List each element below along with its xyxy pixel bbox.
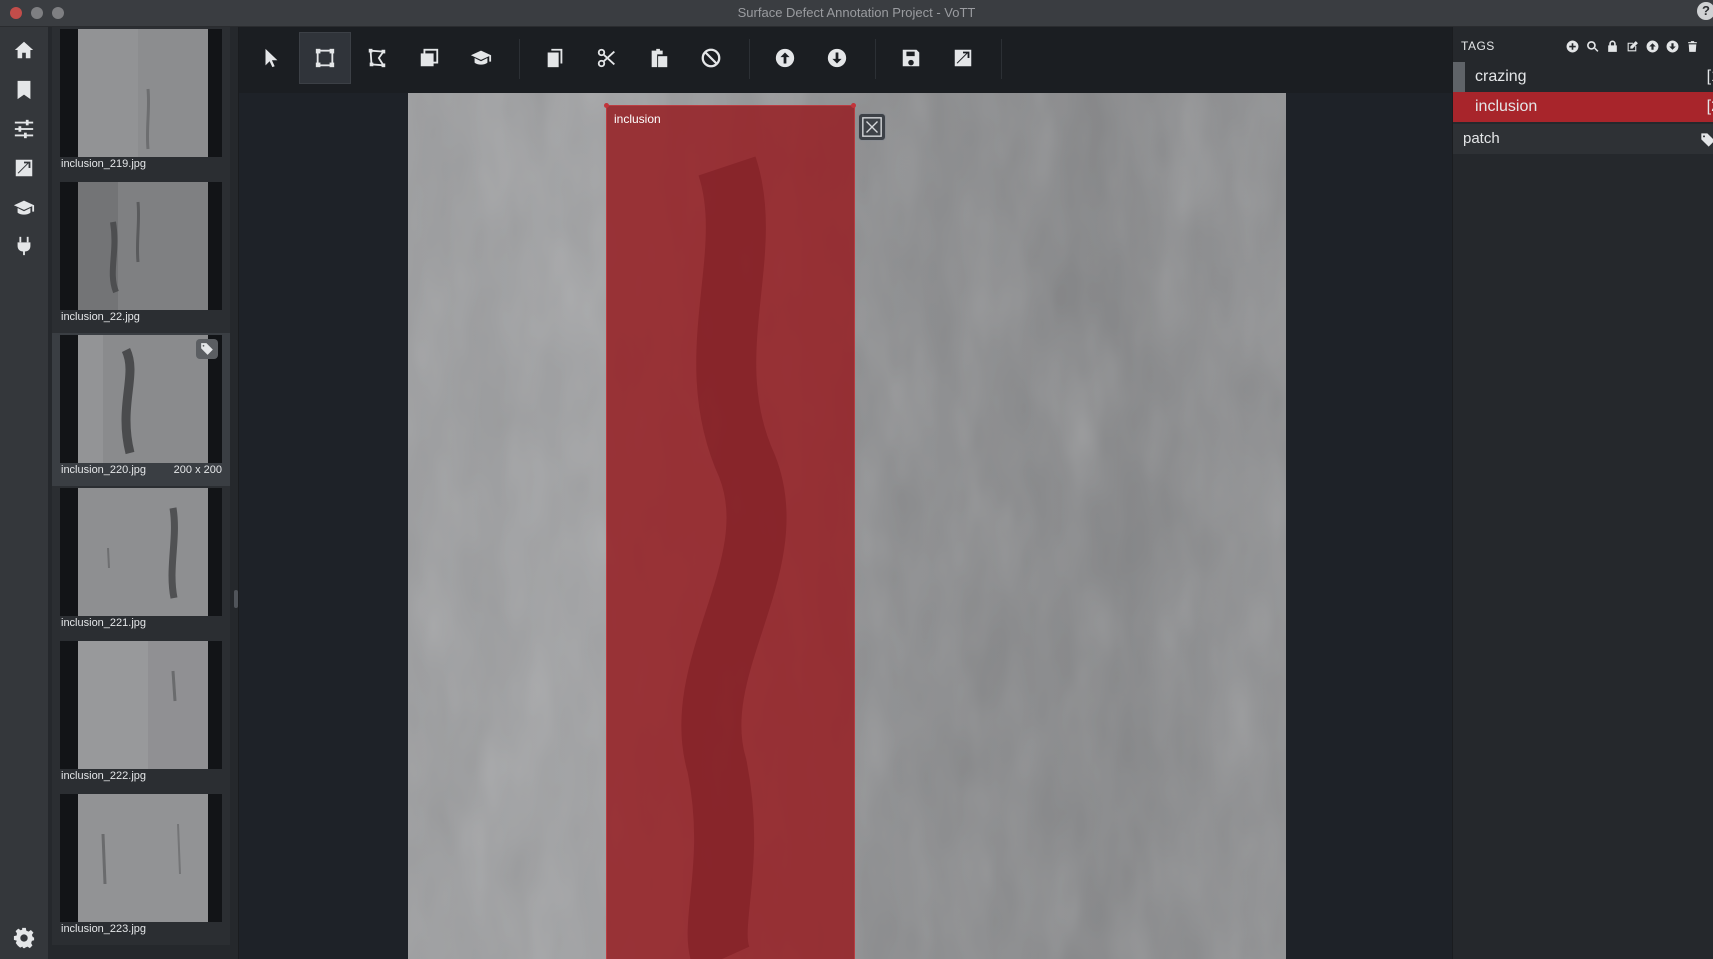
tag-color-swatch: [1453, 62, 1465, 92]
copy-regions-icon[interactable]: [529, 32, 581, 84]
tag-icon[interactable]: [1700, 132, 1713, 148]
home-icon[interactable]: [13, 39, 35, 61]
toolbar-divider: [749, 39, 750, 79]
tag-label: patch: [1463, 130, 1500, 147]
graduation-cap-icon[interactable]: [13, 197, 35, 219]
asset-thumbnail[interactable]: inclusion_219.jpg: [52, 27, 230, 180]
tagged-asset-icon: [196, 339, 218, 359]
lock-tag-icon[interactable]: [1605, 39, 1619, 53]
export-icon[interactable]: [13, 157, 35, 179]
thumbnail-frame: [60, 182, 222, 310]
search-tag-icon[interactable]: [1585, 39, 1599, 53]
thumbnail-image: [78, 794, 208, 922]
tags-panel: TAGS crazing [1 inclusion [2 patch: [1452, 27, 1713, 959]
tag-hotkey: [1: [1706, 68, 1713, 85]
thumbnail-frame: [60, 29, 222, 157]
polygon-icon[interactable]: [351, 32, 403, 84]
tag-hotkey: [2: [1706, 98, 1713, 115]
asset-thumbnail[interactable]: inclusion_221.jpg: [52, 486, 230, 639]
region-handle[interactable]: [604, 103, 609, 108]
move-down-icon[interactable]: [1665, 39, 1679, 53]
rectangle-icon[interactable]: [299, 32, 351, 84]
tag-color-swatch: [1453, 92, 1465, 122]
add-tag-icon[interactable]: [1565, 39, 1579, 53]
gear-icon[interactable]: [13, 927, 35, 949]
thumbnail-image: [78, 641, 208, 769]
tags-header: TAGS: [1461, 39, 1495, 53]
thumbnail-filename: inclusion_22.jpg: [61, 311, 140, 323]
left-nav: [0, 27, 48, 959]
thumbnail-frame: [60, 641, 222, 769]
next-asset-icon[interactable]: [811, 32, 863, 84]
region-handle[interactable]: [851, 103, 856, 108]
asset-thumbnail-list[interactable]: inclusion_219.jpg inclusion_22.jpg inclu…: [48, 27, 239, 959]
save-icon[interactable]: [885, 32, 937, 84]
editor-toolbar: [239, 27, 1452, 93]
region-tag-label: inclusion: [614, 112, 661, 126]
sliders-icon[interactable]: [13, 118, 35, 140]
asset-thumbnail[interactable]: inclusion_22.jpg: [52, 180, 230, 333]
copy-rectangle-icon[interactable]: [403, 32, 455, 84]
thumbnail-filename: inclusion_220.jpg: [61, 464, 147, 476]
pointer-icon[interactable]: [245, 32, 297, 84]
thumbnail-image: [78, 182, 208, 310]
tag-label: crazing: [1475, 68, 1527, 85]
tag-item-crazing[interactable]: crazing [1: [1453, 62, 1713, 92]
tag-item-patch[interactable]: patch: [1453, 124, 1713, 154]
asset-thumbnail-active[interactable]: inclusion_220.jpg 200 x 200: [52, 333, 230, 486]
close-icon[interactable]: [858, 113, 886, 141]
tag-label: inclusion: [1475, 98, 1538, 115]
clear-regions-icon[interactable]: [685, 32, 737, 84]
thumbnail-filename: inclusion_221.jpg: [61, 617, 147, 629]
thumbnail-frame: [60, 794, 222, 922]
export-icon[interactable]: [937, 32, 989, 84]
thumbnail-frame: [60, 488, 222, 616]
previous-asset-icon[interactable]: [759, 32, 811, 84]
thumbnail-filename: inclusion_219.jpg: [61, 158, 147, 170]
tag-item-inclusion[interactable]: inclusion [2: [1453, 92, 1713, 122]
toolbar-divider: [1001, 39, 1002, 79]
plug-icon[interactable]: [13, 235, 35, 257]
asset-thumbnail[interactable]: inclusion_222.jpg: [52, 639, 230, 792]
active-learning-icon[interactable]: [455, 32, 507, 84]
thumbnail-dimensions: 200 x 200: [173, 464, 222, 476]
asset-thumbnail[interactable]: inclusion_223.jpg: [52, 792, 230, 945]
edit-tag-icon[interactable]: [1625, 39, 1639, 53]
thumbnail-image: [78, 29, 208, 157]
thumbnail-image: [78, 335, 208, 463]
window-title: Surface Defect Annotation Project - VoTT: [737, 5, 976, 20]
title-bar: Surface Defect Annotation Project - VoTT…: [0, 0, 1713, 27]
thumbnail-image: [78, 488, 208, 616]
move-up-icon[interactable]: [1645, 39, 1659, 53]
toolbar-divider: [875, 39, 876, 79]
paste-regions-icon[interactable]: [633, 32, 685, 84]
toolbar-divider: [519, 39, 520, 79]
thumbnail-filename: inclusion_222.jpg: [61, 770, 147, 782]
cut-regions-icon[interactable]: [581, 32, 633, 84]
delete-tag-icon[interactable]: [1685, 39, 1699, 53]
bookmark-icon[interactable]: [13, 79, 35, 101]
help-icon[interactable]: ?: [1697, 2, 1713, 20]
thumbnail-scrollbar[interactable]: [234, 590, 238, 608]
thumbnail-filename: inclusion_223.jpg: [61, 923, 147, 935]
region-texture: [681, 156, 787, 959]
